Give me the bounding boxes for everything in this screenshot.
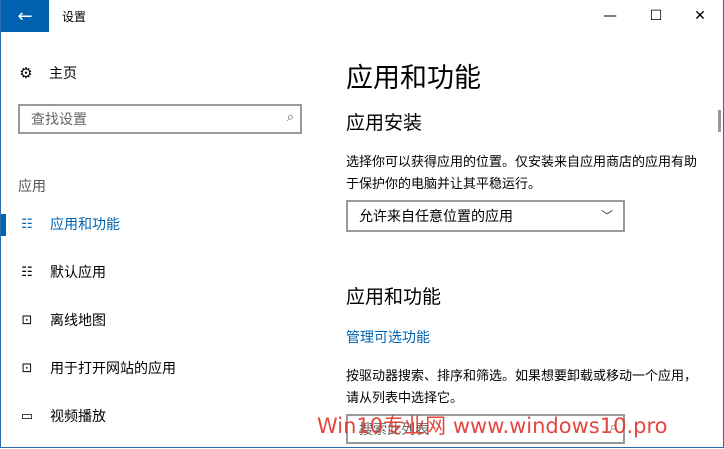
back-button[interactable]: ← — [1, 0, 49, 32]
install-heading: 应用安装 — [346, 112, 423, 134]
settings-search-box[interactable]: ⌕ — [18, 104, 302, 134]
open-website-icon: ⊡ — [21, 360, 33, 376]
sidebar-item-label: 视频播放 — [50, 409, 106, 425]
sidebar-item-home[interactable]: ⚙ 主页 — [18, 63, 77, 83]
sidebar-item-label: 离线地图 — [50, 313, 106, 329]
minimize-icon: — — [603, 8, 617, 24]
chevron-down-icon: ﹀ — [600, 209, 613, 223]
dropdown-value: 允许来自任意位置的应用 — [359, 209, 513, 225]
install-description: 选择你可以获得应用的位置。仅安装来自应用商店的应用有助于保护你的电脑并让其平稳运… — [346, 155, 698, 192]
sidebar: ⚙ 主页 ⌕ 应用 ☷ 应用和功能 ☷ 默认应用 ⊡ 离线地图 ⊡ 用于打开网站… — [1, 32, 331, 447]
sidebar-item-offline-maps[interactable]: ⊡ 离线地图 — [1, 304, 331, 336]
sidebar-item-label: 用于打开网站的应用 — [50, 361, 176, 377]
manage-optional-features-link[interactable]: 管理可选功能 — [346, 327, 430, 347]
selection-indicator — [1, 262, 6, 284]
sidebar-item-apps-for-websites[interactable]: ⊡ 用于打开网站的应用 — [1, 352, 331, 384]
map-icon: ⊡ — [21, 312, 33, 328]
title-bar: ← 设置 — ☐ ✕ — [1, 0, 723, 32]
settings-window: ← 设置 — ☐ ✕ ⚙ 主页 ⌕ 应用 ☷ 应用和功能 ☷ — [0, 0, 724, 448]
sidebar-item-label: 默认应用 — [50, 265, 106, 281]
gear-icon: ⚙ — [19, 64, 33, 82]
close-button[interactable]: ✕ — [677, 0, 723, 32]
selection-indicator — [1, 406, 6, 428]
sidebar-item-default-apps[interactable]: ☷ 默认应用 — [1, 256, 331, 288]
main-content: 应用和功能 应用安装 选择你可以获得应用的位置。仅安装来自应用商店的应用有助于保… — [346, 32, 706, 447]
search-icon[interactable]: ⌕ — [287, 110, 294, 125]
scrollbar-thumb[interactable] — [718, 110, 721, 132]
minimize-button[interactable]: — — [587, 0, 633, 32]
sidebar-item-video-playback[interactable]: ▭ 视频播放 — [1, 400, 331, 432]
list-icon: ☷ — [21, 216, 33, 232]
settings-search-input[interactable] — [29, 107, 273, 133]
install-source-dropdown[interactable]: 允许来自任意位置的应用 ﹀ — [346, 200, 625, 232]
maximize-button[interactable]: ☐ — [633, 0, 679, 32]
watermark: Win10专业网 www.windows10.pro — [317, 414, 668, 438]
apps-features-heading: 应用和功能 — [346, 286, 442, 308]
sidebar-item-apps-features[interactable]: ☷ 应用和功能 — [1, 208, 331, 240]
sidebar-item-label: 应用和功能 — [50, 217, 120, 233]
video-icon: ▭ — [20, 408, 34, 424]
selection-indicator — [1, 214, 6, 236]
maximize-icon: ☐ — [649, 8, 663, 24]
home-label: 主页 — [49, 66, 77, 82]
section-label-apps: 应用 — [18, 179, 46, 195]
window-title: 设置 — [62, 10, 87, 24]
apps-description: 按驱动器搜索、排序和筛选。如果想要卸载或移动一个应用，请从列表中选择它。 — [346, 369, 698, 406]
selection-indicator — [1, 310, 6, 332]
close-icon: ✕ — [694, 8, 706, 24]
selection-indicator — [1, 358, 6, 380]
back-arrow-icon: ← — [17, 5, 33, 27]
default-apps-icon: ☷ — [21, 264, 33, 280]
page-title: 应用和功能 — [346, 63, 481, 94]
